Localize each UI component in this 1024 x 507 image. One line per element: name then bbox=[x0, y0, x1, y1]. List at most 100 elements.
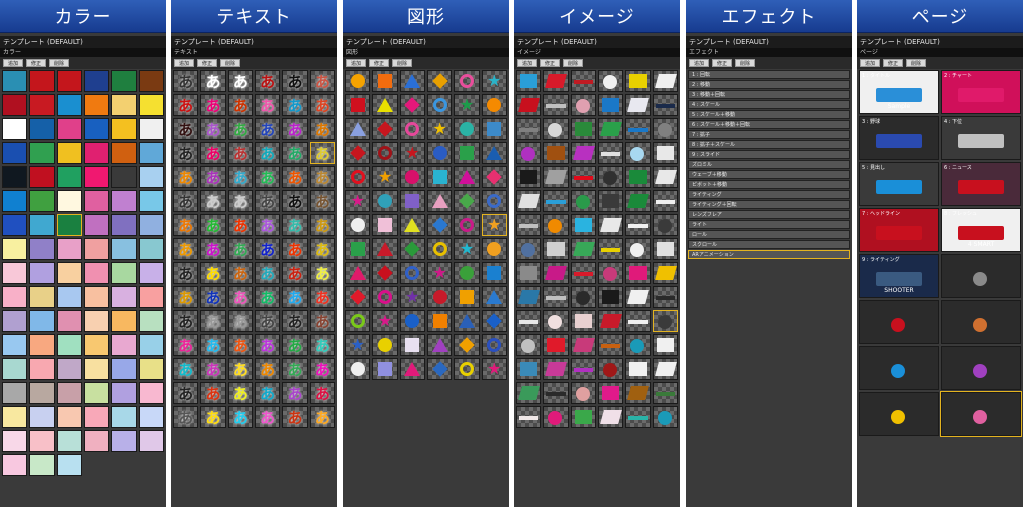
text-style-thumb[interactable]: あ bbox=[227, 190, 253, 212]
shape-thumb[interactable] bbox=[454, 262, 480, 284]
text-style-thumb[interactable]: あ bbox=[282, 286, 308, 308]
color-swatch[interactable] bbox=[138, 334, 164, 356]
color-swatch[interactable] bbox=[29, 190, 55, 212]
shape-thumb[interactable] bbox=[481, 166, 507, 188]
image-thumb[interactable] bbox=[652, 166, 678, 188]
shape-thumb[interactable] bbox=[345, 70, 371, 92]
image-thumb[interactable] bbox=[570, 166, 596, 188]
image-thumb[interactable] bbox=[570, 262, 596, 284]
text-style-thumb[interactable]: あ bbox=[255, 166, 281, 188]
color-swatch[interactable] bbox=[29, 214, 55, 236]
text-style-thumb[interactable]: あ bbox=[282, 310, 308, 332]
image-thumb[interactable] bbox=[516, 238, 542, 260]
shape-thumb[interactable]: ★ bbox=[481, 70, 507, 92]
text-style-thumb[interactable]: あ bbox=[282, 406, 308, 428]
image-thumb[interactable] bbox=[516, 358, 542, 380]
text-style-thumb[interactable]: あ bbox=[309, 118, 335, 140]
image-thumb[interactable] bbox=[543, 358, 569, 380]
image-thumb[interactable] bbox=[570, 142, 596, 164]
text-style-thumb[interactable]: あ bbox=[255, 358, 281, 380]
color-swatch[interactable] bbox=[2, 454, 28, 476]
color-swatch[interactable] bbox=[138, 382, 164, 404]
image-thumb[interactable] bbox=[516, 70, 542, 92]
text-style-thumb[interactable]: あ bbox=[255, 286, 281, 308]
text-style-thumb[interactable]: あ bbox=[227, 118, 253, 140]
template-label[interactable]: テンプレート (DEFAULT) bbox=[514, 36, 680, 48]
image-thumb[interactable] bbox=[598, 262, 624, 284]
image-thumb[interactable] bbox=[543, 382, 569, 404]
color-swatch[interactable] bbox=[138, 430, 164, 452]
text-style-thumb[interactable]: あ bbox=[309, 358, 335, 380]
color-swatch[interactable] bbox=[2, 310, 28, 332]
delete-button[interactable]: 削除 bbox=[392, 59, 412, 67]
text-style-thumb[interactable]: あ bbox=[200, 94, 226, 116]
color-swatch[interactable] bbox=[29, 310, 55, 332]
text-style-thumb[interactable]: あ bbox=[173, 118, 199, 140]
text-style-thumb[interactable]: あ bbox=[282, 358, 308, 380]
image-thumb[interactable] bbox=[625, 118, 651, 140]
color-swatch[interactable] bbox=[2, 358, 28, 380]
effect-item[interactable]: 9 : スライド bbox=[688, 150, 850, 159]
color-swatch[interactable] bbox=[111, 214, 137, 236]
image-thumb[interactable] bbox=[570, 190, 596, 212]
text-style-thumb[interactable]: あ bbox=[255, 238, 281, 260]
color-swatch[interactable] bbox=[84, 94, 110, 116]
text-style-thumb[interactable]: あ bbox=[200, 238, 226, 260]
shape-thumb[interactable] bbox=[481, 94, 507, 116]
shape-thumb[interactable]: ★ bbox=[372, 166, 398, 188]
image-thumb[interactable] bbox=[652, 358, 678, 380]
page-thumb[interactable]: 6 : ニュース bbox=[941, 162, 1021, 206]
color-swatch[interactable] bbox=[29, 382, 55, 404]
color-swatch[interactable] bbox=[56, 166, 82, 188]
image-thumb[interactable] bbox=[625, 262, 651, 284]
text-style-thumb[interactable]: あ bbox=[200, 406, 226, 428]
shape-thumb[interactable] bbox=[345, 238, 371, 260]
shape-thumb[interactable] bbox=[372, 94, 398, 116]
text-style-thumb[interactable]: あ bbox=[173, 238, 199, 260]
text-style-thumb[interactable]: あ bbox=[227, 262, 253, 284]
effect-item[interactable]: 8 : 拡子＋スケール bbox=[688, 140, 850, 149]
add-button[interactable]: 追加 bbox=[689, 59, 709, 67]
color-swatch[interactable] bbox=[56, 406, 82, 428]
image-thumb[interactable] bbox=[543, 310, 569, 332]
shape-thumb[interactable] bbox=[399, 310, 425, 332]
shape-thumb[interactable]: ★ bbox=[481, 214, 507, 236]
color-swatch[interactable] bbox=[2, 382, 28, 404]
image-thumb[interactable] bbox=[543, 214, 569, 236]
text-style-thumb[interactable]: あ bbox=[255, 118, 281, 140]
shape-thumb[interactable] bbox=[345, 310, 371, 332]
image-thumb[interactable] bbox=[570, 358, 596, 380]
shape-thumb[interactable]: ★ bbox=[345, 334, 371, 356]
color-swatch[interactable] bbox=[2, 430, 28, 452]
text-style-thumb[interactable]: あ bbox=[255, 406, 281, 428]
effect-item[interactable]: ARアニメーション bbox=[688, 250, 850, 259]
color-swatch[interactable] bbox=[138, 94, 164, 116]
shape-thumb[interactable] bbox=[399, 334, 425, 356]
image-thumb[interactable] bbox=[598, 238, 624, 260]
shape-thumb[interactable] bbox=[481, 118, 507, 140]
page-thumb[interactable] bbox=[859, 346, 939, 390]
shape-thumb[interactable] bbox=[427, 142, 453, 164]
image-thumb[interactable] bbox=[516, 406, 542, 428]
image-thumb[interactable] bbox=[625, 334, 651, 356]
image-thumb[interactable] bbox=[652, 310, 678, 332]
color-swatch[interactable] bbox=[84, 286, 110, 308]
effect-item[interactable]: ライト bbox=[688, 220, 850, 229]
image-thumb[interactable] bbox=[652, 334, 678, 356]
color-swatch[interactable] bbox=[138, 286, 164, 308]
image-thumb[interactable] bbox=[625, 286, 651, 308]
text-style-thumb[interactable]: あ bbox=[227, 94, 253, 116]
text-style-thumb[interactable]: あ bbox=[309, 214, 335, 236]
color-swatch[interactable] bbox=[84, 406, 110, 428]
text-style-thumb[interactable]: あ bbox=[255, 94, 281, 116]
color-swatch[interactable] bbox=[111, 382, 137, 404]
delete-button[interactable]: 削除 bbox=[735, 59, 755, 67]
text-style-thumb[interactable]: あ bbox=[200, 382, 226, 404]
color-swatch[interactable] bbox=[29, 142, 55, 164]
shape-thumb[interactable]: ★ bbox=[345, 190, 371, 212]
shape-thumb[interactable]: ★ bbox=[372, 310, 398, 332]
image-thumb[interactable] bbox=[625, 214, 651, 236]
text-style-thumb[interactable]: あ bbox=[200, 70, 226, 92]
text-style-thumb[interactable]: あ bbox=[282, 262, 308, 284]
text-style-thumb[interactable]: あ bbox=[255, 310, 281, 332]
